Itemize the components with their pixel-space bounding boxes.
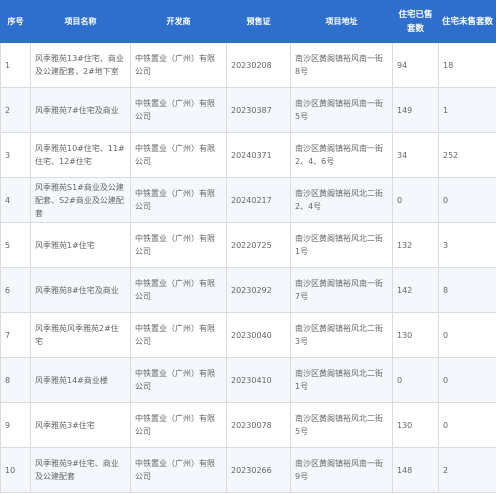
cell-project-name: 风季雅苑9#住宅、商业及公建配套: [30, 447, 131, 493]
cell-project-name: 风季雅苑13#住宅、商业及公建配套，2#地下室: [30, 42, 131, 88]
cell-unsold: 18: [438, 42, 496, 88]
header-project-name: 项目名称: [30, 0, 131, 43]
cell-no: 7: [0, 312, 31, 358]
table-row: 10 风季雅苑9#住宅、商业及公建配套 中铁置业（广州）有限公司 20230266 南沙…: [0, 447, 496, 493]
cell-developer: 中铁置业（广州）有限公司: [130, 447, 227, 493]
cell-developer: 中铁置业（广州）有限公司: [130, 357, 227, 403]
cell-unsold: 0: [438, 402, 496, 448]
cell-presale-permit: 20240371: [226, 132, 291, 178]
cell-no: 1: [0, 42, 31, 88]
cell-address: 南沙区黄阁镇裕风北二街5号: [290, 402, 393, 448]
cell-sold: 34: [392, 132, 439, 178]
cell-presale-permit: 20230078: [226, 402, 291, 448]
header-sold: 住宅已售套数: [392, 0, 439, 43]
cell-developer: 中铁置业（广州）有限公司: [130, 177, 227, 223]
table-row: 5 风季雅苑1#住宅 中铁置业（广州）有限公司 20220725 南沙区黄阁镇裕风北二街…: [0, 222, 496, 268]
cell-presale-permit: 20220725: [226, 222, 291, 268]
cell-unsold: 3: [438, 222, 496, 268]
cell-unsold: 1: [438, 87, 496, 133]
cell-no: 9: [0, 402, 31, 448]
cell-no: 4: [0, 177, 31, 223]
cell-address: 南沙区黄阁镇裕风北二街1号: [290, 357, 393, 403]
cell-unsold: 8: [438, 267, 496, 313]
table-row: 7 风季雅苑风季雅苑2#住宅 中铁置业（广州）有限公司 20230040 南沙区黄阁镇裕…: [0, 312, 496, 358]
header-address: 项目地址: [290, 0, 393, 43]
cell-presale-permit: 20230266: [226, 447, 291, 493]
cell-address: 南沙区黄阁镇裕风北二街1号: [290, 222, 393, 268]
cell-developer: 中铁置业（广州）有限公司: [130, 132, 227, 178]
table-body: 1 风季雅苑13#住宅、商业及公建配套，2#地下室 中铁置业（广州）有限公司 2023…: [0, 42, 496, 493]
cell-no: 3: [0, 132, 31, 178]
header-no: 序号: [0, 0, 31, 43]
table-row: 4 风季雅苑S1#商业及公建配套、S2#商业及公建配套 中铁置业（广州）有限公司 20…: [0, 177, 496, 223]
cell-unsold: 252: [438, 132, 496, 178]
table-row: 1 风季雅苑13#住宅、商业及公建配套，2#地下室 中铁置业（广州）有限公司 2023…: [0, 42, 496, 88]
cell-project-name: 风季雅苑8#住宅及商业: [30, 267, 131, 313]
cell-address: 南沙区黄阁镇裕风北二街3号: [290, 312, 393, 358]
cell-sold: 94: [392, 42, 439, 88]
cell-sold: 0: [392, 177, 439, 223]
cell-no: 10: [0, 447, 31, 493]
table-row: 2 风季雅苑7#住宅及商业 中铁置业（广州）有限公司 20230387 南沙区黄阁镇裕风…: [0, 87, 496, 133]
cell-developer: 中铁置业（广州）有限公司: [130, 222, 227, 268]
cell-developer: 中铁置业（广州）有限公司: [130, 87, 227, 133]
cell-project-name: 风季雅苑S1#商业及公建配套、S2#商业及公建配套: [30, 177, 131, 223]
cell-presale-permit: 20230292: [226, 267, 291, 313]
cell-sold: 132: [392, 222, 439, 268]
cell-sold: 0: [392, 357, 439, 403]
table-row: 8 风季雅苑14#商业楼 中铁置业（广州）有限公司 20230410 南沙区黄阁镇裕风北…: [0, 357, 496, 403]
cell-presale-permit: 20230208: [226, 42, 291, 88]
housing-table: 序号 项目名称 开发商 预售证 项目地址 住宅已售套数 住宅未售套数 1 风季雅苑…: [0, 0, 496, 493]
header-row: 序号 项目名称 开发商 预售证 项目地址 住宅已售套数 住宅未售套数: [0, 0, 496, 43]
cell-sold: 130: [392, 402, 439, 448]
cell-unsold: 0: [438, 177, 496, 223]
cell-sold: 149: [392, 87, 439, 133]
cell-presale-permit: 20230387: [226, 87, 291, 133]
cell-address: 南沙区黄阁镇裕风南一街9号: [290, 447, 393, 493]
cell-unsold: 0: [438, 312, 496, 358]
table-row: 3 风季雅苑10#住宅、11#住宅、12#住宅 中铁置业（广州）有限公司 202403…: [0, 132, 496, 178]
cell-address: 南沙区黄阁镇裕风南一街7号: [290, 267, 393, 313]
cell-project-name: 风季雅苑风季雅苑2#住宅: [30, 312, 131, 358]
cell-sold: 130: [392, 312, 439, 358]
cell-project-name: 风季雅苑1#住宅: [30, 222, 131, 268]
cell-developer: 中铁置业（广州）有限公司: [130, 267, 227, 313]
table-row: 6 风季雅苑8#住宅及商业 中铁置业（广州）有限公司 20230292 南沙区黄阁镇裕风…: [0, 267, 496, 313]
cell-no: 5: [0, 222, 31, 268]
cell-address: 南沙区黄阁镇裕风南一街8号: [290, 42, 393, 88]
cell-unsold: 0: [438, 357, 496, 403]
table-row: 9 风季雅苑3#住宅 中铁置业（广州）有限公司 20230078 南沙区黄阁镇裕风北二街…: [0, 402, 496, 448]
cell-address: 南沙区黄阁镇裕风南一街5号: [290, 87, 393, 133]
cell-sold: 142: [392, 267, 439, 313]
cell-no: 8: [0, 357, 31, 403]
cell-developer: 中铁置业（广州）有限公司: [130, 402, 227, 448]
cell-project-name: 风季雅苑10#住宅、11#住宅、12#住宅: [30, 132, 131, 178]
header-unsold: 住宅未售套数: [438, 0, 496, 43]
cell-unsold: 2: [438, 447, 496, 493]
header-developer: 开发商: [130, 0, 227, 43]
cell-project-name: 风季雅苑14#商业楼: [30, 357, 131, 403]
cell-presale-permit: 20230410: [226, 357, 291, 403]
cell-address: 南沙区黄阁镇裕风北二街2、4号: [290, 177, 393, 223]
cell-sold: 148: [392, 447, 439, 493]
cell-developer: 中铁置业（广州）有限公司: [130, 312, 227, 358]
cell-project-name: 风季雅苑7#住宅及商业: [30, 87, 131, 133]
cell-developer: 中铁置业（广州）有限公司: [130, 42, 227, 88]
cell-presale-permit: 20230040: [226, 312, 291, 358]
cell-project-name: 风季雅苑3#住宅: [30, 402, 131, 448]
cell-no: 2: [0, 87, 31, 133]
cell-no: 6: [0, 267, 31, 313]
cell-address: 南沙区黄阁镇裕风南一街2、4、6号: [290, 132, 393, 178]
cell-presale-permit: 20240217: [226, 177, 291, 223]
header-presale-permit: 预售证: [226, 0, 291, 43]
